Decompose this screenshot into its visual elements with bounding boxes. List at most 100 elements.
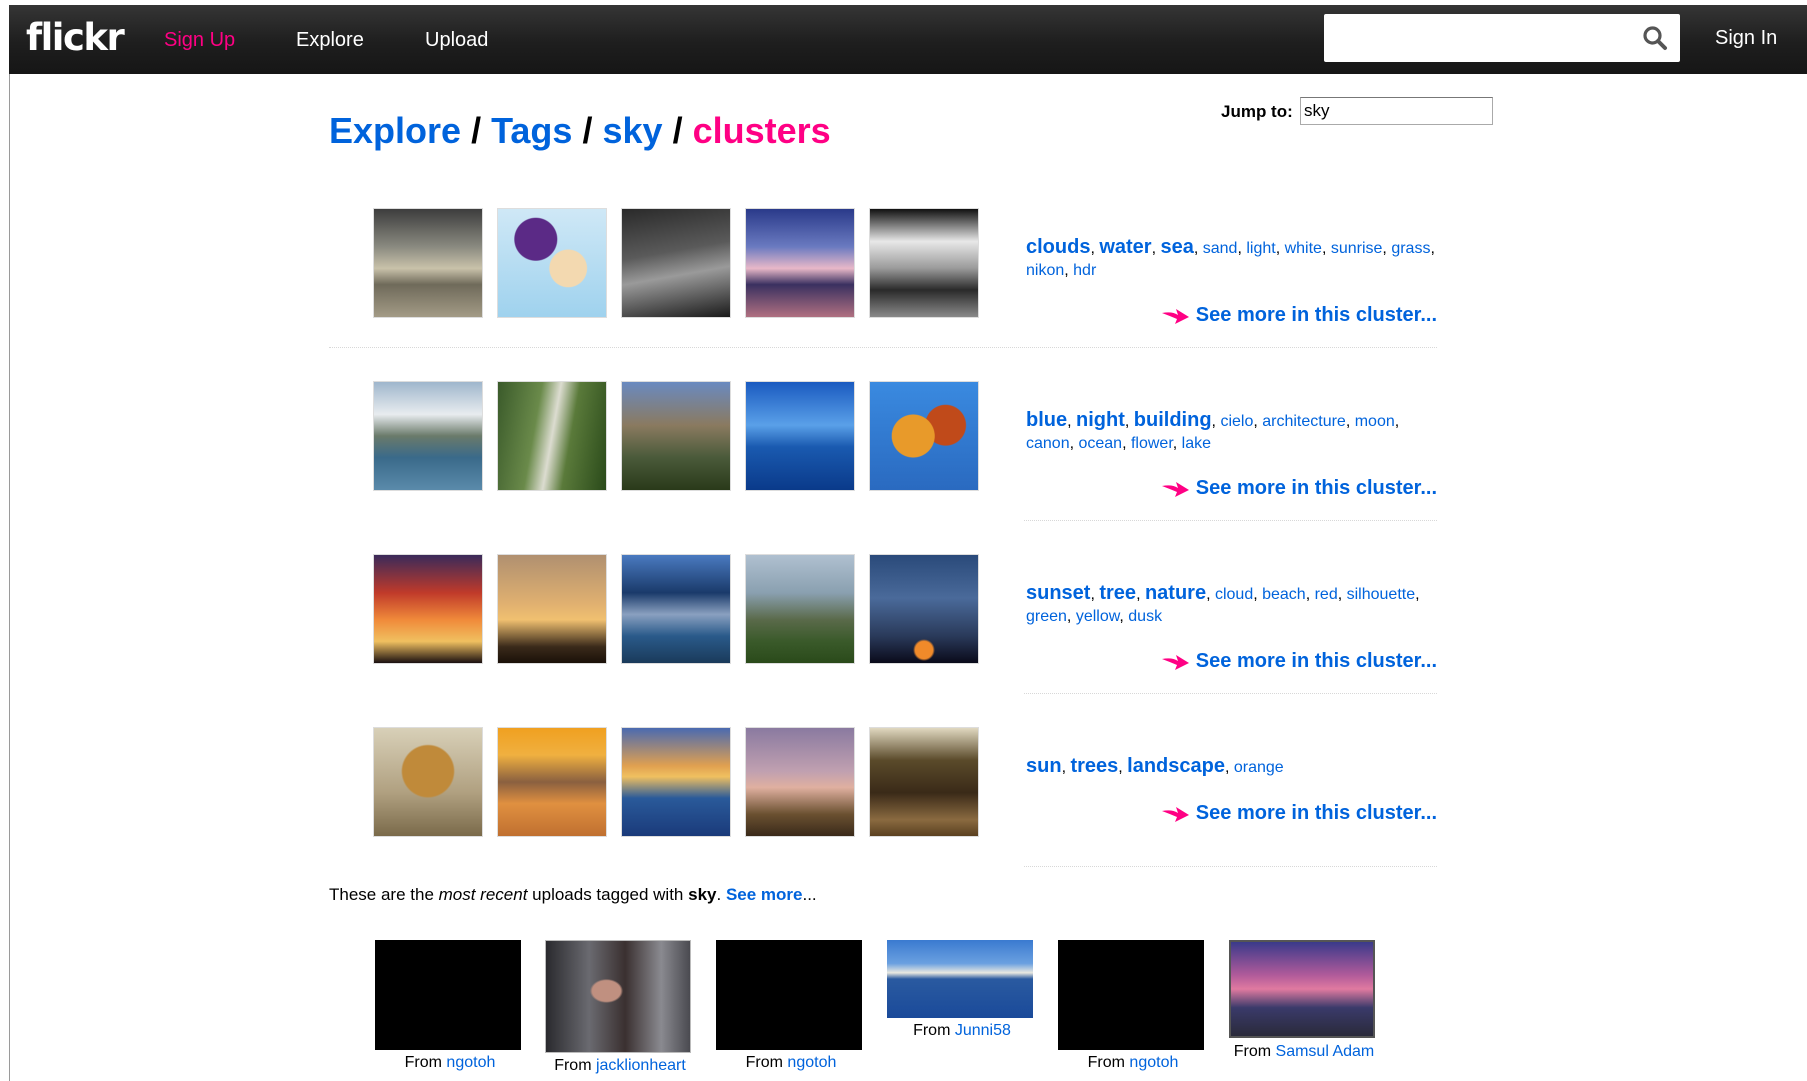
tag-link[interactable]: flower: [1131, 435, 1173, 452]
cluster-thumbnail[interactable]: [373, 727, 483, 837]
tag-link[interactable]: sand: [1203, 240, 1238, 257]
pink-arrow-icon: [1161, 806, 1189, 822]
jump-to-input[interactable]: [1300, 97, 1493, 125]
tag-link[interactable]: landscape: [1127, 755, 1225, 777]
cluster-thumbnail[interactable]: [869, 381, 979, 491]
tag-link[interactable]: canon: [1026, 435, 1070, 452]
tag-link[interactable]: sea: [1160, 236, 1193, 258]
recent-user-link[interactable]: ngotoh: [787, 1054, 836, 1071]
tag-link[interactable]: dusk: [1128, 608, 1162, 625]
cluster-thumbnail[interactable]: [621, 381, 731, 491]
recent-caption: From jacklionheart: [520, 1057, 720, 1075]
recent-dot: .: [716, 885, 726, 904]
recent-user-link[interactable]: ngotoh: [1129, 1054, 1178, 1071]
tag-link[interactable]: beach: [1262, 586, 1306, 603]
tag-link[interactable]: white: [1285, 240, 1322, 257]
tag-link[interactable]: tree: [1099, 582, 1136, 604]
sign-in-link[interactable]: Sign In: [1715, 27, 1777, 50]
tag-link[interactable]: sunset: [1026, 582, 1090, 604]
cluster-thumbnail[interactable]: [869, 727, 979, 837]
from-label: From: [1233, 1043, 1272, 1060]
tag-link[interactable]: clouds: [1026, 236, 1090, 258]
tag-link[interactable]: orange: [1234, 759, 1284, 776]
from-label: From: [913, 1022, 951, 1039]
cluster-thumbnail[interactable]: [621, 554, 731, 664]
tag-link[interactable]: nature: [1145, 582, 1206, 604]
flickr-logo[interactable]: flickr: [26, 16, 125, 59]
cluster-thumbnail[interactable]: [373, 554, 483, 664]
pink-arrow-icon: [1161, 308, 1189, 324]
breadcrumb-separator: /: [582, 110, 593, 151]
cluster-thumbnail[interactable]: [745, 208, 855, 318]
see-more-cluster-link[interactable]: See more in this cluster...: [1160, 802, 1437, 825]
cluster-thumbnail[interactable]: [621, 208, 731, 318]
recent-photo[interactable]: [887, 940, 1033, 1018]
tag-link[interactable]: grass: [1391, 240, 1430, 257]
cluster-divider: [1024, 866, 1437, 867]
see-more-cluster-link[interactable]: See more in this cluster...: [1160, 477, 1437, 500]
tag-link[interactable]: building: [1134, 409, 1212, 431]
recent-ellipsis: ...: [802, 885, 817, 904]
tag-link[interactable]: sunrise: [1331, 240, 1383, 257]
cluster-thumbnail[interactable]: [497, 381, 607, 491]
cluster-thumbnail[interactable]: [869, 208, 979, 318]
recent-photo[interactable]: [375, 940, 521, 1050]
nav-sign-up-link[interactable]: Sign Up: [164, 29, 235, 52]
from-label: From: [554, 1057, 592, 1074]
recent-photo[interactable]: [1058, 940, 1204, 1050]
recent-user-link[interactable]: ngotoh: [446, 1054, 495, 1071]
see-more-cluster-link[interactable]: See more in this cluster...: [1160, 650, 1437, 673]
see-more-cluster-link[interactable]: See more in this cluster...: [1160, 304, 1437, 327]
tag-link[interactable]: light: [1246, 240, 1275, 257]
cluster-thumbnail[interactable]: [745, 554, 855, 664]
cluster-thumbnail[interactable]: [373, 381, 483, 491]
from-label: From: [1087, 1054, 1125, 1071]
nav-upload-link[interactable]: Upload: [425, 29, 488, 52]
tag-link[interactable]: night: [1076, 409, 1125, 431]
tag-link[interactable]: architecture: [1262, 413, 1346, 430]
recent-user-link[interactable]: Junni58: [955, 1022, 1011, 1039]
tag-link[interactable]: hdr: [1073, 262, 1096, 279]
tag-link[interactable]: cloud: [1215, 586, 1253, 603]
tag-link[interactable]: sun: [1026, 755, 1062, 777]
tag-link[interactable]: blue: [1026, 409, 1067, 431]
see-more-recent-link[interactable]: See more: [726, 885, 803, 904]
recent-user-link[interactable]: jacklionheart: [596, 1057, 686, 1074]
cluster-thumbnail[interactable]: [745, 727, 855, 837]
cluster-4: sun, trees, landscape, orange See more i…: [329, 727, 1437, 867]
recent-photo[interactable]: [716, 940, 862, 1050]
nav-explore-link[interactable]: Explore: [296, 29, 364, 52]
tag-link[interactable]: nikon: [1026, 262, 1064, 279]
cluster-thumbnail[interactable]: [745, 381, 855, 491]
tag-link[interactable]: green: [1026, 608, 1067, 625]
search-input[interactable]: [1334, 22, 1638, 54]
see-more-label: See more in this cluster...: [1195, 802, 1437, 824]
tag-link[interactable]: trees: [1070, 755, 1118, 777]
search-box: [1324, 14, 1680, 62]
recent-user-link[interactable]: Samsul Adam: [1276, 1043, 1375, 1060]
recent-photo[interactable]: [1229, 940, 1375, 1038]
cluster-thumbnail[interactable]: [497, 554, 607, 664]
tag-link[interactable]: moon: [1355, 413, 1395, 430]
cluster-divider: [1024, 693, 1437, 694]
tag-link[interactable]: cielo: [1220, 413, 1253, 430]
cluster-thumbnail[interactable]: [497, 727, 607, 837]
tag-link[interactable]: red: [1315, 586, 1338, 603]
cluster-thumbnail[interactable]: [373, 208, 483, 318]
cluster-thumbnail[interactable]: [621, 727, 731, 837]
recent-caption: From ngotoh: [1033, 1054, 1233, 1072]
tag-link[interactable]: silhouette: [1347, 586, 1416, 603]
tag-link[interactable]: ocean: [1078, 435, 1122, 452]
breadcrumb-explore[interactable]: Explore: [329, 110, 461, 151]
cluster-1: clouds, water, sea, sand, light, white, …: [329, 208, 1437, 348]
tag-link[interactable]: yellow: [1076, 608, 1120, 625]
breadcrumb-sky[interactable]: sky: [603, 110, 663, 151]
tag-link[interactable]: water: [1099, 236, 1151, 258]
tag-link[interactable]: lake: [1182, 435, 1211, 452]
cluster-thumbnail[interactable]: [869, 554, 979, 664]
search-icon[interactable]: [1642, 25, 1668, 51]
pink-arrow-icon: [1161, 481, 1189, 497]
cluster-thumbnail[interactable]: [497, 208, 607, 318]
breadcrumb-tags[interactable]: Tags: [491, 110, 572, 151]
recent-photo[interactable]: [545, 940, 691, 1053]
